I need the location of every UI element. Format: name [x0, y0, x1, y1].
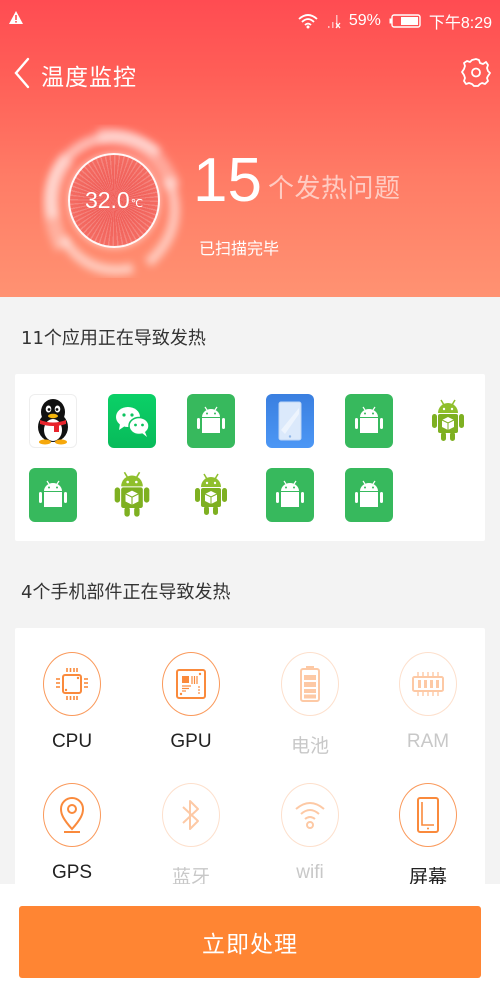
scan-status: 已扫描完毕	[199, 239, 280, 258]
signal-no-sim-icon	[327, 13, 341, 29]
app-phone[interactable]	[266, 394, 314, 448]
bluetooth-icon	[182, 800, 199, 830]
part-gpu[interactable]: GPU	[141, 652, 241, 772]
android-green-tile-icon	[276, 480, 304, 507]
wechat-icon	[116, 407, 150, 437]
app-android-package-2[interactable]	[108, 468, 156, 522]
parts-section-title: 4个手机部件正在导致发热	[21, 582, 231, 603]
parts-card: CPU GPU 电池 RAM GPS 蓝牙 wifi 屏幕	[15, 628, 485, 918]
gear-icon	[461, 58, 491, 87]
part-ram[interactable]: RAM	[378, 652, 478, 772]
phone-blue-tile-icon	[278, 401, 302, 441]
qq-penguin-icon	[38, 399, 68, 445]
issue-count: 15	[193, 146, 262, 215]
battery-percent: 59%	[348, 12, 381, 29]
app-qq[interactable]	[29, 394, 77, 448]
screen-phone-icon	[417, 797, 439, 833]
warning-icon	[8, 10, 24, 30]
app-wechat[interactable]	[108, 394, 156, 448]
app-android-2[interactable]	[345, 394, 393, 448]
temperature-gauge: 32.0 ℃	[38, 118, 188, 278]
android-green-tile-icon	[39, 480, 67, 507]
part-battery[interactable]: 电池	[260, 652, 360, 772]
android-green-tile-icon	[355, 406, 383, 433]
part-label: RAM	[406, 731, 450, 752]
gpu-board-icon	[176, 669, 206, 699]
android-green-tile-icon	[355, 480, 383, 507]
temperature-value: 32.0	[84, 187, 130, 213]
wifi-icon	[297, 13, 319, 29]
page-title: 温度监控	[41, 65, 137, 91]
chevron-left-icon	[14, 57, 30, 89]
part-label: 电池	[290, 736, 329, 757]
cpu-chip-icon	[56, 668, 88, 700]
android-3d-package-icon	[432, 399, 464, 441]
temperature-dial: 32.0 ℃	[68, 153, 160, 248]
settings-button[interactable]	[460, 56, 492, 88]
title-bar: 温度监控	[0, 50, 500, 94]
apps-card	[15, 374, 485, 541]
part-label: GPS	[51, 862, 93, 883]
app-android-package-1[interactable]	[424, 394, 472, 448]
android-3d-package-icon	[195, 473, 227, 515]
app-android-3[interactable]	[29, 468, 77, 522]
part-label: GPU	[170, 731, 212, 752]
battery-icon	[389, 13, 421, 29]
app-android-5[interactable]	[345, 468, 393, 522]
part-label: CPU	[51, 731, 93, 752]
process-now-button[interactable]: 立即处理	[19, 906, 481, 978]
app-android-package-3[interactable]	[187, 468, 235, 522]
back-button[interactable]	[12, 56, 34, 90]
temperature-unit: ℃	[130, 196, 144, 210]
ram-module-icon	[412, 672, 444, 696]
app-android-4[interactable]	[266, 468, 314, 522]
part-cpu[interactable]: CPU	[22, 652, 122, 772]
status-time: 下午8:29	[428, 15, 492, 32]
android-3d-package-icon	[114, 471, 150, 517]
issue-label: 个发热问题	[268, 174, 401, 204]
location-pin-icon	[59, 797, 85, 833]
android-green-tile-icon	[197, 406, 225, 433]
apps-section-title: 11个应用正在导致发热	[21, 328, 206, 349]
bottom-action-bar: 立即处理	[0, 884, 500, 1000]
wifi-icon	[295, 802, 325, 829]
status-bar: 59% 下午8:29	[0, 0, 500, 40]
part-label: wifi	[296, 862, 324, 883]
battery-icon	[300, 666, 320, 702]
header-area: 59% 下午8:29 温度监控 32.0 ℃ 15 个发热问题 已扫描完毕	[0, 0, 500, 297]
app-android-1[interactable]	[187, 394, 235, 448]
